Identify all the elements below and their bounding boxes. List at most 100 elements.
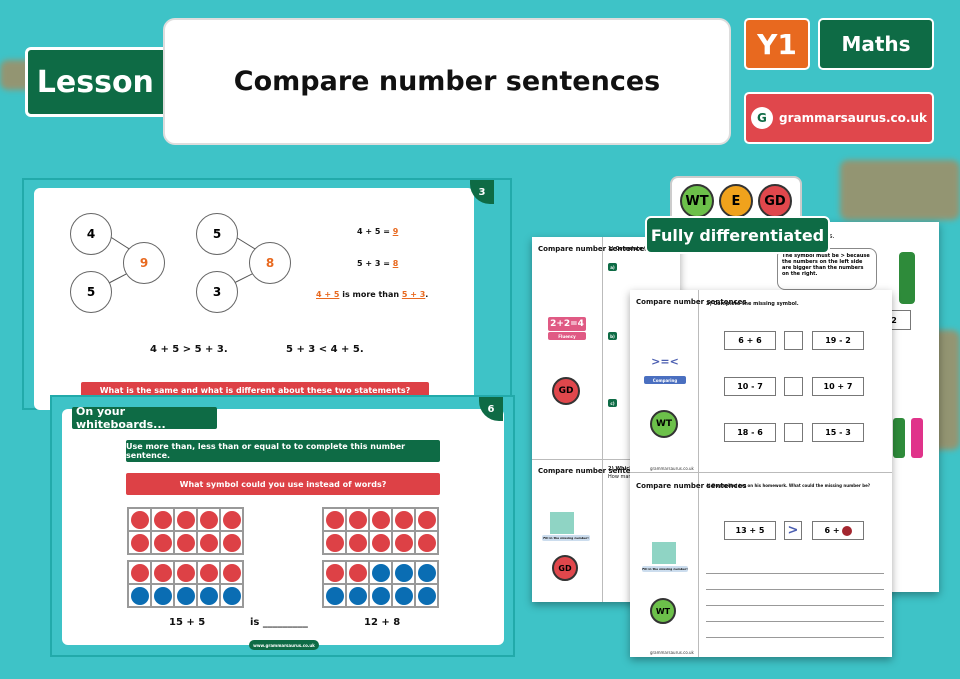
ten-frame-cell	[323, 561, 346, 584]
e-badge: E	[719, 184, 753, 218]
blue-counter	[417, 586, 436, 605]
ten-frame-cell	[415, 531, 438, 554]
tea-stain-icon	[841, 525, 852, 536]
slide-heading: On your whiteboards...	[72, 405, 217, 431]
ten-frame-cell	[346, 531, 369, 554]
comparing-symbols-icon: >=<	[644, 355, 686, 368]
ten-frame-cell	[151, 508, 174, 531]
red-counter	[130, 510, 149, 529]
red-counter	[371, 510, 390, 529]
blue-counter	[371, 586, 390, 605]
q3-right-box: 19 - 2	[812, 331, 864, 350]
part-label: a)	[608, 263, 617, 271]
missing-number-label: Fill in the missing number!	[542, 535, 590, 541]
q3-right-box: 10 + 7	[812, 377, 864, 396]
symbol-answer-box[interactable]	[784, 331, 803, 350]
red-counter	[153, 533, 172, 552]
red-counter	[222, 510, 241, 529]
red-counter	[153, 563, 172, 582]
part-circle: 4	[70, 213, 112, 255]
compare-text: is more than	[342, 290, 400, 299]
page-title: Compare number sentences	[163, 18, 731, 145]
ten-frame-cell	[369, 508, 392, 531]
ten-frame-cell	[128, 508, 151, 531]
blue-counter	[130, 586, 149, 605]
red-counter	[394, 510, 413, 529]
footer-url[interactable]: www.grammarsaurus.co.uk	[249, 640, 319, 650]
ten-frame-cell	[128, 531, 151, 554]
ten-frame	[127, 507, 244, 555]
red-counter	[130, 563, 149, 582]
red-counter	[199, 563, 218, 582]
q3-right-box: 15 - 3	[812, 423, 864, 442]
part-circle: 5	[70, 271, 112, 313]
ten-frame-cell	[151, 531, 174, 554]
gd-level-icon: GD	[552, 377, 580, 405]
fluency-label: Fluency	[548, 332, 586, 340]
part-circle: 5	[196, 213, 238, 255]
right-expression: 12 + 8	[364, 617, 401, 628]
blue-counter	[153, 586, 172, 605]
equation-1: 4 + 5 =	[357, 227, 390, 236]
speech-bubble: The symbol must be > because the numbers…	[777, 248, 877, 290]
ten-frame-cell	[174, 508, 197, 531]
q3-left-box: 18 - 6	[724, 423, 776, 442]
greater-than-symbol: >	[784, 521, 802, 540]
red-counter	[176, 533, 195, 552]
ten-frame-cell	[346, 584, 369, 607]
ten-frame-cell	[369, 561, 392, 584]
part-label: b)	[608, 332, 617, 340]
ten-frame-cell	[323, 584, 346, 607]
red-counter	[325, 510, 344, 529]
character-illustration	[899, 252, 915, 304]
blue-counter	[371, 563, 390, 582]
ten-frame-cell	[392, 561, 415, 584]
brand-url: grammarsaurus.co.uk	[778, 111, 927, 125]
puzzle-icon	[652, 542, 676, 564]
ten-frame	[322, 560, 439, 608]
slide-6-preview: 6 On your whiteboards... Use more than, …	[50, 395, 515, 657]
ten-frame-cell	[392, 584, 415, 607]
red-counter	[348, 563, 367, 582]
ten-frame-cell	[392, 531, 415, 554]
ten-frame-cell	[128, 584, 151, 607]
whole-circle: 9	[123, 242, 165, 284]
equation-2: 5 + 3 =	[357, 259, 390, 268]
question-banner: What symbol could you use instead of wor…	[126, 473, 440, 495]
ten-frame-cell	[220, 584, 243, 607]
ten-frame-cell	[392, 508, 415, 531]
ten-frame	[127, 560, 244, 608]
statement-1: 4 + 5 > 5 + 3.	[150, 344, 228, 355]
red-counter	[199, 533, 218, 552]
ten-frame-cell	[220, 561, 243, 584]
ten-frame-cell	[415, 508, 438, 531]
ten-frame-cell	[346, 561, 369, 584]
ten-frame-cell	[197, 531, 220, 554]
wt-badge: WT	[680, 184, 714, 218]
ten-frame-cell	[197, 561, 220, 584]
red-counter	[325, 563, 344, 582]
character-illustration	[911, 418, 923, 458]
symbol-answer-box[interactable]	[784, 377, 803, 396]
red-counter	[325, 533, 344, 552]
symbol-answer-box[interactable]	[784, 423, 803, 442]
equation-2-answer: 8	[392, 259, 399, 268]
brand-badge[interactable]: G grammarsaurus.co.uk	[744, 92, 934, 144]
blue-counter	[417, 563, 436, 582]
ten-frame-cell	[151, 584, 174, 607]
grammarsaurus-logo-icon: G	[750, 107, 773, 129]
worksheet-wt: Compare number sentences 3) Complete the…	[630, 290, 892, 657]
ten-frame-cell	[415, 584, 438, 607]
year-badge: Y1	[744, 18, 810, 70]
ten-frame-cell	[174, 531, 197, 554]
red-counter	[222, 563, 241, 582]
equation-1-answer: 9	[392, 227, 399, 236]
comparing-label: Comparing	[644, 376, 686, 384]
red-counter	[199, 510, 218, 529]
ten-frame-cell	[220, 531, 243, 554]
background-shape	[840, 160, 960, 220]
ten-frame	[322, 507, 439, 555]
q3-left-box: 10 - 7	[724, 377, 776, 396]
red-counter	[348, 533, 367, 552]
ten-frame-cell	[197, 584, 220, 607]
